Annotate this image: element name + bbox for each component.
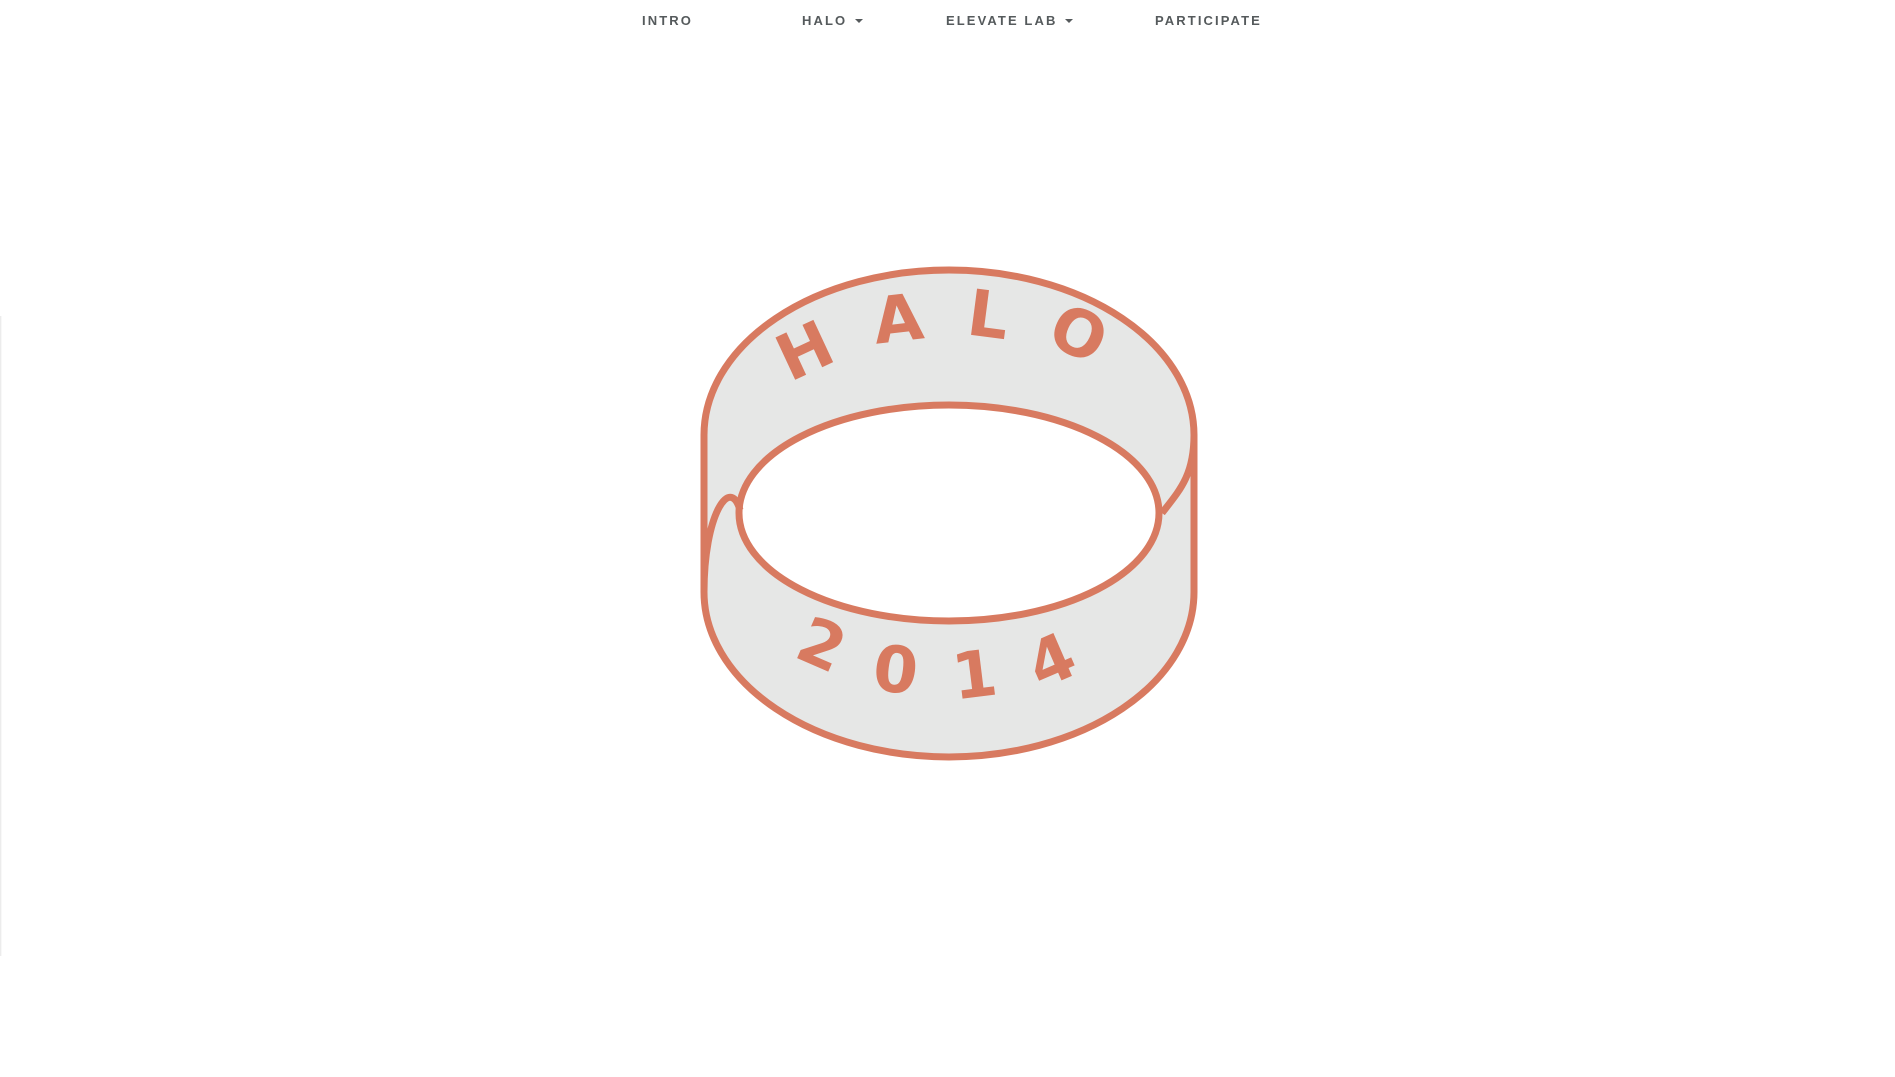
ring-inner-hole: [735, 401, 1163, 625]
side-panel-edge-shadow: [0, 316, 2, 956]
nav-item-label: HALO: [802, 13, 848, 28]
chevron-down-icon: [1065, 18, 1074, 23]
halo-2014-logo: HALO 2014: [700, 265, 1200, 765]
nav-item-participate[interactable]: PARTICIPATE: [1155, 13, 1262, 28]
page: INTRO HALO ELEVATE LAB PARTICIPATE HALO …: [0, 0, 1895, 1077]
nav-item-label: PARTICIPATE: [1155, 13, 1262, 28]
nav-item-halo[interactable]: HALO: [802, 13, 864, 28]
chevron-down-icon: [855, 18, 864, 23]
nav-item-label: ELEVATE LAB: [946, 13, 1058, 28]
halo-ring-graphic: HALO 2014: [700, 266, 1198, 761]
top-navigation: INTRO HALO ELEVATE LAB PARTICIPATE: [0, 0, 1895, 40]
nav-item-label: INTRO: [642, 13, 693, 28]
nav-item-intro[interactable]: INTRO: [642, 13, 693, 28]
nav-item-elevate-lab[interactable]: ELEVATE LAB: [946, 13, 1074, 28]
